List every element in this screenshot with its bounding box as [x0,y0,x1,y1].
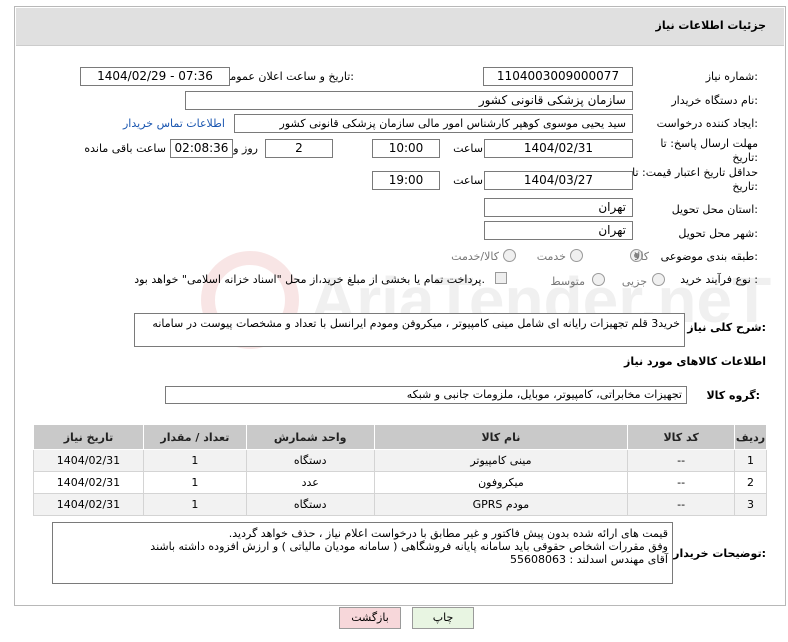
reply-time-label: ساعت [453,142,483,155]
announce-label: تاریخ و ساعت اعلان عمومی: [221,70,354,83]
province-label: استان محل تحویل: [671,203,758,216]
cell-unit: دستگاه [245,493,375,516]
reply-time-field: 10:00 [372,139,440,158]
need-number-label: شماره نیاز: [705,70,758,83]
category-radio-service[interactable] [570,249,583,262]
cell-quantity: 1 [142,493,247,516]
buyer-note-line: وفق مقررات اشخاص حقوقی باید سامانه پایان… [150,540,668,553]
col-header-row-number: ردیف [734,424,767,450]
price-time-field: 19:00 [372,171,440,190]
creator-field: سید یحیی موسوی کوهپر کارشناس امور مالی س… [234,114,633,133]
goods-info-title: اطلاعات کالاهای مورد نیاز [624,355,766,368]
remaining-time-field: 02:08:36 [170,139,233,158]
cell-row-number: 1 [734,449,767,472]
buyer-note-line: آقای مهندس اسدلند : 55608063 [510,553,668,566]
cell-date: 1404/02/31 [33,449,144,472]
goods-group-field: تجهیزات مخابراتی، کامپیوتر، موبایل، ملزو… [165,386,687,404]
table-row: 2 -- میکروفون عدد 1 1404/02/31 [33,471,767,494]
price-date-field: 1404/03/27 [484,171,633,190]
process-radio-partial[interactable] [652,273,665,286]
print-button[interactable]: چاپ [412,607,474,629]
cell-name: مودم GPRS [373,493,629,516]
creator-label: ایجاد کننده درخواست: [656,117,758,130]
table-row: 3 -- مودم GPRS دستگاه 1 1404/02/31 [33,493,767,516]
treasury-checkbox[interactable] [495,272,507,284]
buyer-note-line: قیمت های ارائه شده بدون پیش فاکتور و غیر… [228,527,668,540]
goods-group-label: گروه کالا: [706,389,760,402]
cell-quantity: 1 [142,449,247,472]
price-time-label: ساعت [453,174,483,187]
buyer-notes-label: توضیحات خریدار: [673,547,766,560]
col-header-unit: واحد شمارش [245,424,375,450]
process-option-medium: متوسط [550,275,585,288]
cell-quantity: 1 [142,471,247,494]
items-table: ردیف کد کالا نام کالا واحد شمارش تعداد /… [33,424,767,516]
category-label: طبقه بندی موضوعی: [660,250,758,263]
cell-code: -- [627,471,736,494]
city-field: تهران [484,221,633,240]
process-label: نوع فرآیند خرید : [680,273,758,286]
city-label: شهر محل تحویل: [678,227,758,240]
remaining-label: ساعت باقی مانده [84,142,166,155]
cell-name: مینی کامپیوتر [373,449,629,472]
cell-code: -- [627,449,736,472]
buyer-org-label: نام دستگاه خریدار: [671,94,758,107]
cell-row-number: 3 [734,493,767,516]
price-validity-label: حداقل تاریخ اعتبار قیمت: تا تاریخ: [632,166,758,193]
process-radio-medium[interactable] [592,273,605,286]
cell-date: 1404/02/31 [33,493,144,516]
cell-name: میکروفون [373,471,629,494]
cell-unit: عدد [245,471,375,494]
province-field: تهران [484,198,633,217]
items-table-wrapper: ردیف کد کالا نام کالا واحد شمارش تعداد /… [33,424,767,516]
buyer-contact-link[interactable]: اطلاعات تماس خریدار [123,117,225,130]
col-header-quantity: تعداد / مقدار [142,424,247,450]
cell-row-number: 2 [734,471,767,494]
cell-code: -- [627,493,736,516]
process-option-partial: جزیی [621,275,647,288]
table-row: 1 -- مینی کامپیوتر دستگاه 1 1404/02/31 [33,449,767,472]
payment-note: پرداخت تمام یا بخشی از مبلغ خرید،از محل … [134,273,485,286]
buyer-org-field: سازمان پزشکی قانونی کشور [185,91,633,110]
days-field: 2 [265,139,333,158]
col-header-name: نام کالا [373,424,629,450]
description-textarea[interactable]: خرید3 قلم تجهیزات رایانه ای شامل مینی کا… [134,313,685,347]
days-label: روز و [233,142,258,155]
description-label: شرح کلی نیاز: [687,321,766,334]
col-header-date: تاریخ نیاز [33,424,144,450]
buyer-notes-textarea[interactable]: قیمت های ارائه شده بدون پیش فاکتور و غیر… [52,522,673,584]
category-option-goods: کالا [634,250,649,263]
category-option-both: کالا/خدمت [451,250,499,263]
category-option-service: خدمت [536,250,566,263]
cell-date: 1404/02/31 [33,471,144,494]
col-header-code: کد کالا [627,424,736,450]
cell-unit: دستگاه [245,449,375,472]
announce-field: 1404/02/29 - 07:36 [80,67,230,86]
panel-title: جزئیات اطلاعات نیاز [655,19,767,32]
table-header-row: ردیف کد کالا نام کالا واحد شمارش تعداد /… [33,424,767,450]
need-number-field: 1104003009000077 [483,67,633,86]
reply-deadline-label: مهلت ارسال پاسخ: تا تاریخ: [660,137,758,164]
reply-date-field: 1404/02/31 [484,139,633,158]
category-radio-both[interactable] [503,249,516,262]
back-button[interactable]: بازگشت [339,607,401,629]
